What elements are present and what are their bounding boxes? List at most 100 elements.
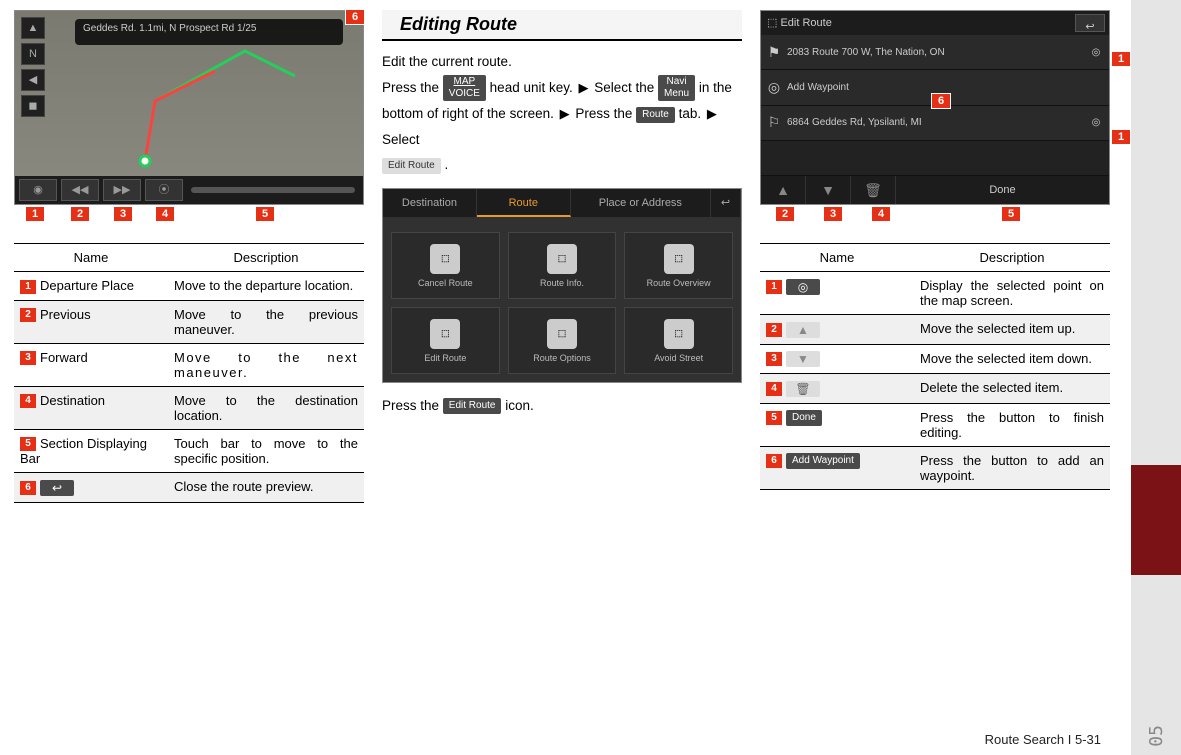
- tab-route: Route: [477, 189, 571, 217]
- trash-icon: 🗑: [786, 381, 820, 397]
- up-icon: ▲: [786, 322, 820, 338]
- arrow-icon: ▶: [578, 80, 588, 95]
- down-icon: ▼: [786, 351, 820, 367]
- back-icon: ↩: [40, 480, 74, 496]
- bb-rew-icon: ◀◀: [61, 179, 99, 201]
- column-edit-route-screen: ⬚ Edit Route ↩ ⚑ 2083 Route 700 W, The N…: [760, 10, 1110, 503]
- bb-start-icon: ◉: [19, 179, 57, 201]
- chapter-sidebar: 05: [1131, 0, 1181, 755]
- cell-route-overview: ⬚Route Overview: [624, 232, 733, 299]
- txt-1f: tab.: [679, 106, 705, 121]
- edit-route-title: Edit Route: [780, 17, 831, 29]
- move-down-icon: ▼: [806, 176, 851, 204]
- key-route: Route: [636, 107, 675, 123]
- th-desc: Description: [168, 244, 364, 272]
- done-label: Done: [786, 410, 822, 426]
- callout-1b: 1: [1111, 129, 1131, 145]
- callout-6: 6: [931, 93, 951, 109]
- locate-icon: ◎: [786, 279, 820, 295]
- row3-desc: Move to the next maneuver.: [168, 343, 364, 386]
- callout-4: 4: [155, 206, 175, 222]
- row6-desc: Close the route preview.: [168, 473, 364, 503]
- row3-name: Forward: [40, 350, 88, 365]
- txt-1b: head unit key.: [490, 80, 577, 95]
- th-name: Name: [760, 244, 914, 272]
- screenshot-route-preview: ▲ N ◀ ◼ Geddes Rd. 1.1mi, N Prospect Rd …: [14, 10, 364, 205]
- row1-num: 1: [20, 280, 36, 294]
- column-editing-route: Editing Route Edit the current route. Pr…: [382, 10, 742, 503]
- nav-stop-icon: ◼: [21, 95, 45, 117]
- wp-icon: ◎: [761, 79, 787, 96]
- row1-name: Departure Place: [40, 278, 134, 293]
- callout-2: 2: [70, 206, 90, 222]
- tab-search: Place or Address: [571, 189, 711, 217]
- key-map-voice: MAPVOICE: [443, 75, 486, 101]
- nav-left-icon: ◀: [21, 69, 45, 91]
- row2-num: 2: [20, 308, 36, 322]
- arrow-icon: ▶: [707, 106, 717, 121]
- page-footer: Route Search I 5-31: [985, 732, 1101, 747]
- bb-fwd-icon: ▶▶: [103, 179, 141, 201]
- cell-avoid-street: ⬚Avoid Street: [624, 307, 733, 374]
- row2-desc: Move to the previous maneuver.: [168, 300, 364, 343]
- callout-2: 2: [775, 206, 795, 222]
- move-up-icon: ▲: [761, 176, 806, 204]
- callout-1a: 1: [1111, 51, 1131, 67]
- preview-bottom-bar: ◉ ◀◀ ▶▶ ⦿: [15, 176, 363, 204]
- route-preview-table: Name Description 1 Departure Place Move t…: [14, 243, 364, 503]
- key-navi-menu: NaviMenu: [658, 75, 695, 101]
- th-desc: Description: [914, 244, 1110, 272]
- row4-num: 4: [20, 394, 36, 408]
- map-nav-buttons: ▲ N ◀ ◼: [21, 17, 45, 121]
- txt-1c: Select the: [594, 80, 658, 95]
- txt-1a: Press the: [382, 80, 443, 95]
- cell-route-info: ⬚Route Info.: [508, 232, 617, 299]
- section-slider: [191, 187, 355, 193]
- arrow-icon: ▶: [560, 106, 570, 121]
- txt-1e: Press the: [575, 106, 636, 121]
- key-edit-route: Edit Route: [382, 158, 441, 174]
- flag-icon: ⚐: [761, 114, 787, 131]
- row4-name: Destination: [40, 393, 105, 408]
- row3-num: 3: [20, 351, 36, 365]
- delete-icon: 🗑: [851, 176, 896, 204]
- row5-desc: Touch bar to move to the specific positi…: [168, 429, 364, 473]
- row2-name: Previous: [40, 307, 91, 322]
- add-waypoint-label: Add Waypoint: [786, 453, 860, 469]
- column-route-preview: ▲ N ◀ ◼ Geddes Rd. 1.1mi, N Prospect Rd …: [14, 10, 364, 503]
- row5-name: Section Displaying Bar: [20, 436, 147, 467]
- screenshot-edit-route: ⬚ Edit Route ↩ ⚑ 2083 Route 700 W, The N…: [760, 10, 1110, 205]
- chapter-number: 05: [1146, 717, 1167, 755]
- edit-line1: Edit the current route.: [382, 49, 742, 75]
- tab-destination: Destination: [383, 189, 477, 217]
- th-name: Name: [14, 244, 168, 272]
- cell-cancel-route: ⬚Cancel Route: [391, 232, 500, 299]
- flag-icon: ⚑: [761, 44, 787, 61]
- callout-4: 4: [871, 206, 891, 222]
- cell-route-options: ⬚Route Options: [508, 307, 617, 374]
- after-shot-text: Press the Edit Route icon.: [382, 393, 742, 419]
- locate-icon: ◎: [1083, 47, 1109, 58]
- section-body: Edit the current route. Press the MAPVOI…: [382, 49, 742, 178]
- bb-end-icon: ⦿: [145, 179, 183, 201]
- list-item: ⚑ 2083 Route 700 W, The Nation, ON ◎: [761, 35, 1109, 70]
- row4-desc: Move to the destination location.: [168, 386, 364, 429]
- txt-1h: .: [444, 157, 448, 172]
- row5-num: 5: [20, 437, 36, 451]
- callout-3: 3: [113, 206, 133, 222]
- section-heading: Editing Route: [382, 10, 742, 41]
- callout-1: 1: [25, 206, 45, 222]
- locate-icon: ◎: [1083, 117, 1109, 128]
- screenshot-route-menu: Destination Route Place or Address ↩ ⬚Ca…: [382, 188, 742, 383]
- nav-up-icon: ▲: [21, 17, 45, 39]
- edit-route-table: Name Description 1◎ Display the selected…: [760, 243, 1110, 490]
- page-body: ▲ N ◀ ◼ Geddes Rd. 1.1mi, N Prospect Rd …: [0, 0, 1120, 513]
- callout-5: 5: [255, 206, 275, 222]
- list-item: ⚐ 6864 Geddes Rd, Ypsilanti, MI ◎: [761, 106, 1109, 141]
- route-label-bar: Geddes Rd. 1.1mi, N Prospect Rd 1/25: [75, 19, 343, 45]
- row1-desc: Move to the departure location.: [168, 272, 364, 301]
- callout-6: 6: [345, 9, 365, 25]
- nav-n-icon: N: [21, 43, 45, 65]
- key-edit-route-2: Edit Route: [443, 398, 502, 414]
- tab-back-icon: ↩: [711, 189, 741, 217]
